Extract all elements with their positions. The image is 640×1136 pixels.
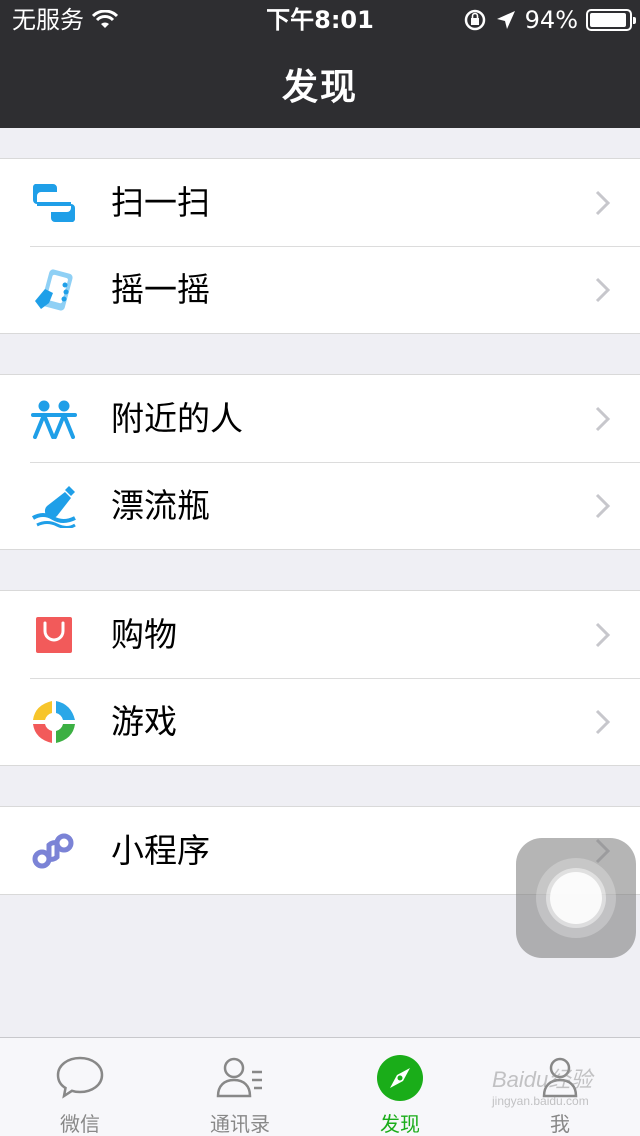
tab-label: 发现 (380, 1112, 420, 1136)
status-right: 94% (463, 0, 636, 40)
tab-label: 通讯录 (210, 1112, 270, 1136)
menu-item-label: 扫一扫 (111, 183, 210, 222)
menu-item-shopping[interactable]: 购物 (0, 591, 640, 678)
menu-item-label: 摇一摇 (111, 270, 210, 309)
tab-discover[interactable]: 发现 (320, 1038, 480, 1136)
tab-chats[interactable]: 微信 (0, 1038, 160, 1136)
battery-icon (586, 9, 636, 31)
rotation-lock-icon (464, 9, 485, 31)
chevron-right-icon (595, 190, 611, 216)
battery-percent: 94% (524, 6, 578, 34)
people-nearby-icon (30, 396, 78, 442)
mini-program-icon (30, 828, 78, 874)
menu-item-label: 小程序 (111, 831, 210, 870)
chevron-right-icon (595, 277, 611, 303)
menu-item-label: 漂流瓶 (111, 486, 210, 525)
assistive-touch-button[interactable] (516, 838, 636, 958)
scan-icon (30, 180, 78, 226)
menu-group-2: 附近的人 漂流瓶 (0, 374, 640, 550)
chevron-right-icon (595, 622, 611, 648)
battery-fill (590, 13, 626, 27)
menu-item-label: 购物 (111, 615, 177, 654)
tab-label: 我 (550, 1112, 570, 1136)
games-icon (30, 699, 78, 745)
tab-contacts[interactable]: 通讯录 (160, 1038, 320, 1136)
menu-group-3: 购物 游戏 (0, 590, 640, 766)
shake-phone-icon (30, 267, 78, 313)
page-title: 发现 (281, 67, 358, 108)
top-bar: 无服务 下午8:01 94% 发现 (0, 0, 640, 128)
menu-item-people-nearby[interactable]: 附近的人 (0, 375, 640, 462)
shopping-bag-icon (30, 612, 78, 658)
assistive-touch-center (550, 872, 602, 924)
drift-bottle-icon (30, 483, 78, 529)
chat-bubble-icon (56, 1056, 104, 1099)
menu-item-scan[interactable]: 扫一扫 (0, 159, 640, 246)
chevron-right-icon (595, 709, 611, 735)
location-arrow-icon (496, 11, 515, 29)
menu-item-label: 游戏 (111, 702, 177, 741)
chevron-right-icon (595, 493, 611, 519)
menu-item-label: 附近的人 (111, 399, 243, 438)
profile-icon (542, 1057, 578, 1098)
compass-icon (377, 1055, 423, 1101)
tab-label: 微信 (60, 1112, 100, 1136)
status-bar: 无服务 下午8:01 94% (0, 0, 640, 40)
menu-item-drift-bottle[interactable]: 漂流瓶 (0, 462, 640, 549)
menu-item-games[interactable]: 游戏 (0, 678, 640, 765)
chevron-right-icon (595, 406, 611, 432)
tab-me[interactable]: 我 (480, 1038, 640, 1136)
tab-bar: 微信 通讯录 发现 我 (0, 1037, 640, 1136)
contacts-icon (216, 1057, 262, 1098)
menu-item-shake[interactable]: 摇一摇 (0, 246, 640, 333)
menu-group-1: 扫一扫 摇一摇 (0, 158, 640, 334)
